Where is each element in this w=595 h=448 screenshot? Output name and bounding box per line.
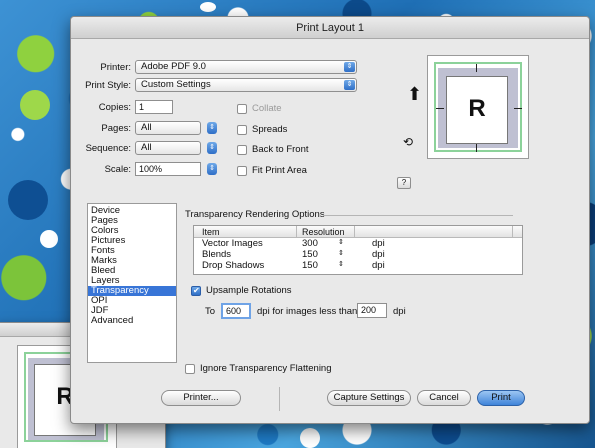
page-preview: R [427,55,529,159]
dpi-for-label: dpi for images less than [257,306,358,317]
page-area: R [446,76,508,144]
help-button[interactable]: ? [397,177,411,189]
resolution-table[interactable]: Item Resolution Vector Images 300 ⇕ dpi … [193,225,523,275]
row-item: Vector Images [202,238,263,249]
print-style-label: Print Style: [85,80,131,91]
portrait-orientation-icon[interactable]: ⬆ [407,85,422,103]
resolution-stepper-icon[interactable]: ⇕ [338,260,344,268]
pages-field[interactable]: All [135,121,201,135]
crop-mark [514,108,522,109]
to-label: To [205,306,216,317]
pages-label: Pages: [101,123,131,134]
spreads-box [237,124,247,135]
group-divider [323,215,513,216]
upsample-rotations-box [191,285,201,296]
ignore-flattening-label: Ignore Transparency Flattening [200,363,332,374]
less-than-field[interactable]: 200 [357,303,387,318]
table-row[interactable]: Drop Shadows 150 ⇕ dpi [194,260,522,271]
transparency-group-title: Transparency Rendering Options [185,209,328,220]
dpi-label: dpi [393,306,406,317]
printer-popup[interactable]: Adobe PDF 9.0 ⇕ [135,60,357,74]
copies-field[interactable]: 1 [135,100,173,114]
window-title: Print Layout 1 [71,17,589,39]
resolution-stepper-icon[interactable]: ⇕ [338,238,344,246]
back-to-front-label: Back to Front [252,144,309,155]
popup-arrows-icon: ⇕ [344,80,355,90]
scale-label: Scale: [104,164,131,175]
print-style-popup[interactable]: Custom Settings ⇕ [135,78,357,92]
print-button[interactable]: Print [477,390,525,406]
fit-print-area-checkbox[interactable]: Fit Print Area [237,165,307,176]
sequence-popup[interactable]: All [135,141,201,155]
popup-arrows-icon: ⇕ [344,62,355,72]
button-separator [279,387,280,411]
resolution-stepper-icon[interactable]: ⇕ [338,249,344,257]
print-layout-dialog: Print Layout 1 Printer: Adobe PDF 9.0 ⇕ … [70,16,590,424]
row-unit: dpi [372,249,385,260]
table-row[interactable]: Vector Images 300 ⇕ dpi [194,238,522,249]
scale-field[interactable]: 100% [135,162,201,176]
category-list[interactable]: Device Pages Colors Pictures Fonts Marks Bleed… [87,203,177,363]
row-resolution[interactable]: 150 [302,260,318,271]
printer-button[interactable]: Printer... [161,390,241,406]
cancel-button[interactable]: Cancel [417,390,471,406]
column-resolution[interactable]: Resolution [302,227,345,237]
row-resolution[interactable]: 300 [302,238,318,249]
collate-checkbox[interactable]: Collate [237,103,282,114]
fit-print-area-box [237,165,247,176]
pages-value: All [141,122,152,133]
back-to-front-box [237,144,247,155]
category-item-advanced[interactable]: Advanced [88,316,176,326]
upsample-rotations-label: Upsample Rotations [206,285,292,296]
rotate-page-icon[interactable]: ⟲ [403,135,413,149]
capture-settings-button[interactable]: Capture Settings [327,390,411,406]
copies-label: Copies: [98,102,131,113]
sequence-stepper-icon[interactable]: ⇕ [207,142,217,154]
preview-letter: R [468,95,486,122]
row-unit: dpi [372,238,385,249]
ignore-flattening-box [185,363,195,374]
column-divider [512,226,513,237]
table-row[interactable]: Blends 150 ⇕ dpi [194,249,522,260]
crop-mark [436,108,444,109]
upsample-to-field[interactable]: 600 [221,303,251,319]
print-style-value: Custom Settings [141,79,211,90]
upsample-rotations-checkbox[interactable]: Upsample Rotations [191,285,292,296]
ignore-flattening-checkbox[interactable]: Ignore Transparency Flattening [185,363,332,374]
fit-print-area-label: Fit Print Area [252,165,307,176]
pages-stepper-icon[interactable]: ⇕ [207,122,217,134]
table-header: Item Resolution [194,226,522,238]
row-unit: dpi [372,260,385,271]
sequence-value: All [141,142,152,153]
row-item: Drop Shadows [202,260,265,271]
printer-value: Adobe PDF 9.0 [141,61,206,72]
column-item[interactable]: Item [202,227,220,237]
row-item: Blends [202,249,232,260]
back-to-front-checkbox[interactable]: Back to Front [237,144,309,155]
column-divider [296,226,297,237]
sequence-label: Sequence: [85,143,131,154]
scale-stepper-icon[interactable]: ⇕ [207,163,217,175]
row-resolution[interactable]: 150 [302,249,318,260]
column-divider [354,226,355,237]
spreads-checkbox[interactable]: Spreads [237,124,287,135]
collate-label: Collate [252,103,282,114]
crop-mark [476,144,477,152]
crop-mark [476,64,477,72]
spreads-label: Spreads [252,124,288,135]
printer-label: Printer: [100,62,131,73]
collate-box [237,103,247,114]
